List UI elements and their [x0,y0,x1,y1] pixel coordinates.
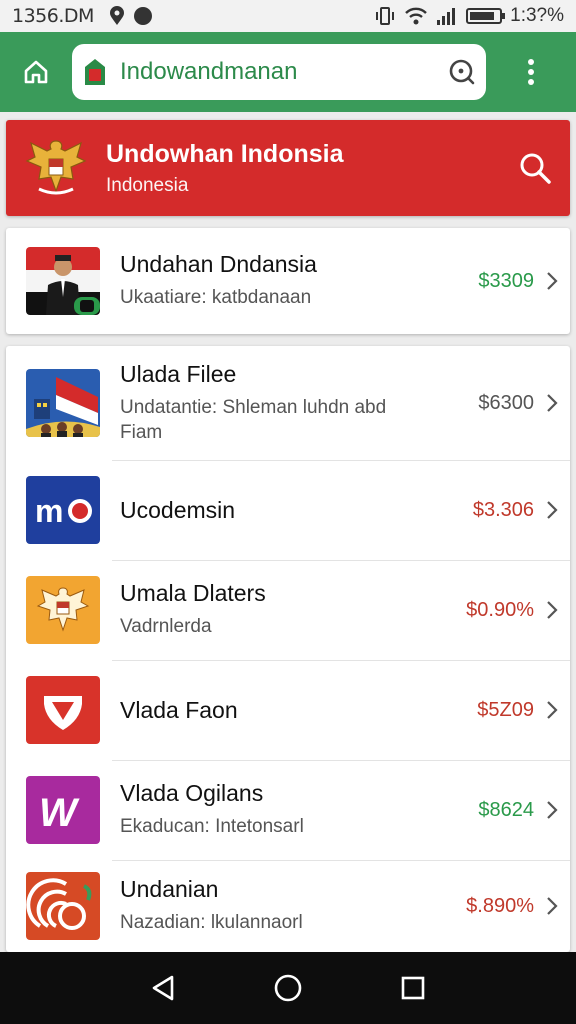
wifi-icon [405,7,427,25]
item-subtitle: Vadrnlerda [120,616,212,638]
featured-card[interactable]: Undahan Dndansia Ukaatiare: katbdanaan $… [6,228,570,334]
home-circle-icon[interactable] [273,973,303,1003]
browser-toolbar: Indowandmanan [0,32,576,112]
chevron-right-icon[interactable] [534,760,570,860]
recents-icon[interactable] [398,973,428,1003]
item-subtitle: Ekaducan: Intetonsarl [120,816,304,838]
garuda-icon [26,576,100,644]
item-price: $0.90% [466,598,534,621]
item-subtitle: Ukaatiare: katbdanaan [120,287,312,309]
signal-icon [437,8,456,25]
vibrate-icon [376,7,395,25]
notification-icon [133,7,152,25]
garuda-emblem-icon [6,120,106,216]
item-subtitle: Undatantie: Shleman luhdn abd Fiam [120,396,387,443]
url-text[interactable]: Indowandmanan [120,58,448,86]
location-icon [109,6,124,25]
svg-text:m: m [35,493,63,529]
banner-title: Undowhan Indonsia [106,139,344,168]
battery-icon [466,8,506,24]
list-item[interactable]: Umala Dlaters Vadrnlerda $0.90% [6,560,570,660]
info-icon[interactable] [448,58,476,86]
item-title: Vlada Ogilans [120,780,264,807]
banner-subtitle: Indonesia [106,174,189,196]
chevron-right-icon[interactable] [534,353,570,453]
more-vert-icon [528,59,534,85]
site-header-banner: Undowhan Indonsia Indonesia [6,120,570,216]
person-flag-icon [26,247,100,315]
list-item[interactable]: Undahan Dndansia Ukaatiare: katbdanaan $… [6,228,570,334]
w-logo-icon: W [26,776,100,844]
home-button[interactable] [0,32,72,112]
status-time: 1356.DM [12,5,94,27]
battery-percent: 1:3?% [510,5,564,26]
item-price: $8624 [478,798,534,821]
overflow-menu-button[interactable] [486,32,576,112]
item-price: $5Z09 [477,698,534,721]
list-item[interactable]: W Vlada Ogilans Ekaducan: Intetonsarl $8… [6,760,570,860]
mo-logo-icon: m [26,476,100,544]
list-item[interactable]: Ulada Filee Undatantie: Shleman luhdn ab… [6,346,570,460]
item-title: Umala Dlaters [120,580,266,607]
back-icon[interactable] [148,973,178,1003]
item-title: Undanian [120,876,219,903]
chevron-right-icon[interactable] [534,560,570,660]
item-price: $3.306 [472,498,534,521]
chevron-right-icon[interactable] [534,856,570,952]
item-title: Ulada Filee [120,360,237,387]
address-bar[interactable]: Indowandmanan [72,44,486,100]
app-list: Ulada Filee Undatantie: Shleman luhdn ab… [6,346,570,952]
item-title: Undahan Dndansia [120,251,317,278]
search-icon [520,153,551,184]
item-title: Vlada Faon [120,696,238,723]
item-price: $3309 [478,269,534,292]
item-price: $6300 [478,391,534,414]
item-price: $.890% [466,894,534,917]
shield-icon [26,676,100,744]
chevron-right-icon[interactable] [534,660,570,760]
item-subtitle: Nazadian: lkulannaorl [120,912,303,934]
list-item[interactable]: Vlada Faon $5Z09 [6,660,570,760]
banner-search-button[interactable] [500,120,570,216]
chevron-right-icon[interactable] [534,231,570,331]
item-title: Ucodemsin [120,496,236,523]
status-bar: 1356.DM 1:3?% [0,0,576,32]
list-item[interactable]: m Ucodemsin $3.306 [6,460,570,560]
site-favicon-icon [82,57,108,87]
list-item[interactable]: Undanian Nazadian: lkulannaorl $.890% [6,860,570,952]
system-nav-bar [0,952,576,1024]
spiral-logo-icon [26,872,100,940]
svg-text:W: W [39,791,80,835]
flag-photo-icon [26,369,100,437]
home-icon [24,60,48,84]
chevron-right-icon[interactable] [534,460,570,560]
